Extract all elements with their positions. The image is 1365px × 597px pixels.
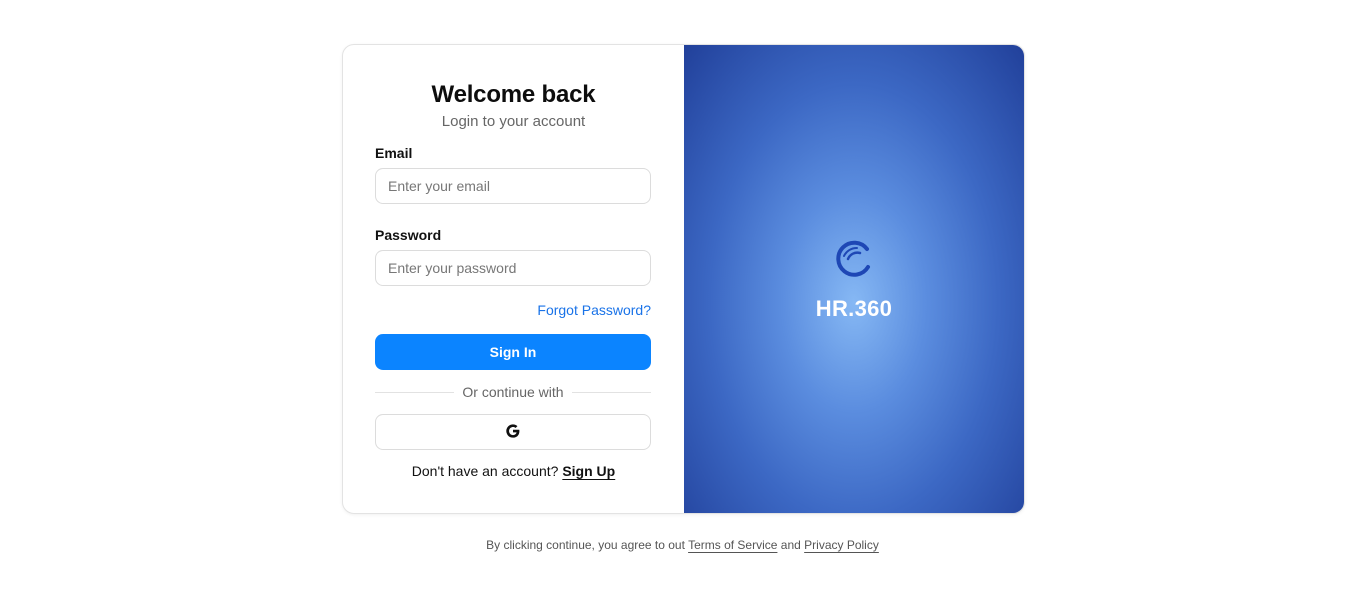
password-field[interactable]: [375, 250, 651, 286]
password-label: Password: [375, 227, 442, 243]
sign-up-link[interactable]: Sign Up: [562, 463, 615, 479]
sign-in-button[interactable]: Sign In: [375, 334, 651, 370]
divider-text: Or continue with: [462, 384, 564, 400]
signup-prompt: Don't have an account?: [411, 463, 559, 479]
signup-row: Don't have an account? Sign Up: [343, 463, 684, 479]
brand-panel: HR.360: [684, 45, 1024, 513]
login-form-panel: Welcome back Login to your account Email…: [343, 45, 684, 513]
terms-of-service-link[interactable]: Terms of Service: [688, 538, 777, 552]
legal-footer: By clicking continue, you agree to out T…: [0, 538, 1365, 552]
privacy-policy-link[interactable]: Privacy Policy: [804, 538, 879, 552]
email-field[interactable]: [375, 168, 651, 204]
forgot-password-link[interactable]: Forgot Password?: [537, 302, 651, 318]
email-label: Email: [375, 145, 413, 161]
footer-conjunction: and: [780, 538, 801, 552]
continue-divider: Or continue with: [375, 383, 652, 401]
hr360-logo-icon: [833, 237, 875, 296]
google-sign-in-button[interactable]: [375, 414, 651, 450]
page-subtitle: Login to your account: [441, 113, 586, 130]
footer-prefix: By clicking continue, you agree to out: [486, 538, 685, 552]
brand-name: HR.360: [815, 295, 893, 321]
google-icon: [505, 423, 521, 442]
login-card: Welcome back Login to your account Email…: [342, 44, 1025, 514]
page-title: Welcome back: [431, 81, 596, 108]
divider-line-right: [571, 391, 652, 393]
divider-line-left: [375, 391, 455, 393]
